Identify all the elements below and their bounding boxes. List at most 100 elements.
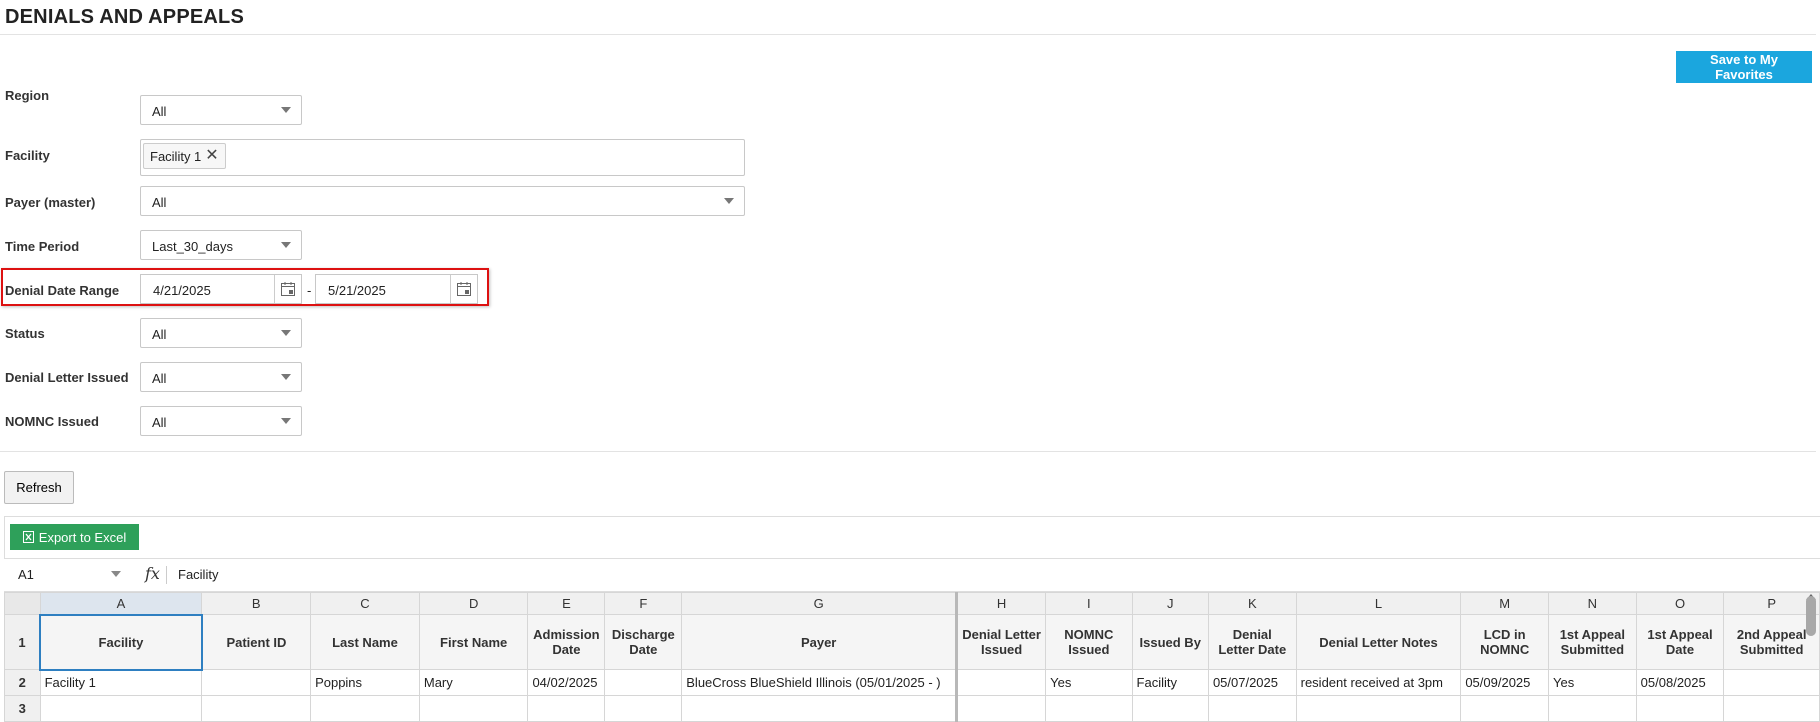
column-letter-n[interactable]: N <box>1548 592 1637 615</box>
table-cell[interactable] <box>527 695 606 722</box>
status-label: Status <box>5 326 45 341</box>
table-cell[interactable]: BlueCross BlueShield Illinois (05/01/202… <box>681 669 959 696</box>
column-header[interactable]: Discharge Date <box>604 614 683 670</box>
row-number[interactable]: 1 <box>4 614 41 670</box>
table-cell[interactable] <box>604 669 683 696</box>
table-cell[interactable]: resident received at 3pm <box>1295 669 1462 696</box>
table-cell[interactable] <box>1635 695 1725 722</box>
select-all-corner[interactable] <box>4 592 41 615</box>
column-letter-k[interactable]: K <box>1207 592 1297 615</box>
title-divider <box>0 34 1816 35</box>
calendar-icon[interactable] <box>274 275 301 303</box>
chevron-down-icon <box>281 418 291 424</box>
column-header[interactable]: LCD in NOMNC <box>1460 614 1550 670</box>
denial-date-to-input[interactable]: 5/21/2025 <box>315 274 478 304</box>
table-cell[interactable]: Yes <box>1045 669 1133 696</box>
table-cell[interactable] <box>1131 695 1209 722</box>
row-number[interactable]: 2 <box>4 669 41 696</box>
table-cell[interactable]: Poppins <box>310 669 420 696</box>
column-header[interactable]: Last Name <box>310 614 420 670</box>
function-icon: fx <box>145 564 160 583</box>
vertical-scrollbar[interactable] <box>1806 596 1816 636</box>
table-cell[interactable] <box>1723 695 1820 722</box>
row-number[interactable]: 3 <box>4 695 41 722</box>
payer-select[interactable]: All <box>140 186 745 216</box>
denial-letter-issued-select[interactable]: All <box>140 362 302 392</box>
column-letter-a[interactable]: A <box>39 592 203 615</box>
column-letter-f[interactable]: F <box>604 592 683 615</box>
table-cell[interactable] <box>1548 695 1637 722</box>
remove-tag-icon[interactable]: ✕ <box>205 148 218 164</box>
table-cell[interactable] <box>1045 695 1133 722</box>
table-cell[interactable] <box>956 669 1047 696</box>
table-cell[interactable] <box>1460 695 1550 722</box>
column-letter-h[interactable]: H <box>956 592 1047 615</box>
column-header[interactable]: NOMNC Issued <box>1045 614 1133 670</box>
table-cell[interactable] <box>956 695 1047 722</box>
table-cell[interactable]: Facility <box>1131 669 1209 696</box>
status-select[interactable]: All <box>140 318 302 348</box>
column-letter-c[interactable]: C <box>310 592 420 615</box>
table-cell[interactable] <box>201 695 312 722</box>
column-header[interactable]: Denial Letter Date <box>1207 614 1297 670</box>
denial-date-from-input[interactable]: 4/21/2025 <box>140 274 302 304</box>
column-header[interactable]: Facility <box>39 613 203 671</box>
chevron-down-icon <box>281 330 291 336</box>
region-label: Region <box>5 88 50 103</box>
table-cell[interactable]: Mary <box>418 669 529 696</box>
time-period-label: Time Period <box>5 239 80 254</box>
column-header[interactable]: Admission Date <box>527 614 606 670</box>
chevron-down-icon <box>281 107 291 113</box>
table-cell[interactable] <box>310 695 420 722</box>
chevron-down-icon <box>281 374 291 380</box>
column-header[interactable]: Denial Letter Issued <box>956 614 1047 670</box>
save-to-favorites-button[interactable]: Save to My Favorites <box>1676 51 1812 83</box>
column-letter-o[interactable]: O <box>1635 592 1725 615</box>
table-cell[interactable] <box>604 695 683 722</box>
column-header[interactable]: Payer <box>681 614 959 670</box>
table-cell[interactable] <box>1723 669 1820 696</box>
column-header[interactable]: First Name <box>418 614 529 670</box>
page-title: DENIALS AND APPEALS <box>5 6 245 28</box>
export-to-excel-button[interactable]: Export to Excel <box>10 524 139 550</box>
table-cell[interactable]: 05/09/2025 <box>1460 669 1550 696</box>
refresh-button[interactable]: Refresh <box>4 471 74 504</box>
table-cell[interactable] <box>39 695 203 722</box>
column-header[interactable]: Patient ID <box>201 614 312 670</box>
chevron-down-icon[interactable] <box>111 571 121 577</box>
formula-bar <box>4 558 1820 592</box>
column-letter-e[interactable]: E <box>527 592 606 615</box>
column-letter-b[interactable]: B <box>201 592 312 615</box>
filters-divider <box>0 451 1816 452</box>
column-letter-i[interactable]: I <box>1045 592 1133 615</box>
region-select[interactable]: All <box>140 95 302 125</box>
nomnc-issued-label: NOMNC Issued <box>5 414 99 429</box>
table-cell[interactable]: Yes <box>1548 669 1637 696</box>
cell-reference-box[interactable]: A1 <box>18 567 34 582</box>
formula-input[interactable]: Facility <box>178 567 218 582</box>
table-cell[interactable]: 05/07/2025 <box>1207 669 1297 696</box>
table-cell[interactable] <box>1207 695 1297 722</box>
table-cell[interactable] <box>201 669 312 696</box>
denial-letter-issued-label: Denial Letter Issued <box>5 370 129 385</box>
time-period-select[interactable]: Last_30_days <box>140 230 302 260</box>
column-letter-m[interactable]: M <box>1460 592 1550 615</box>
date-range-separator: - <box>307 283 312 298</box>
table-cell[interactable] <box>1295 695 1462 722</box>
table-cell[interactable] <box>418 695 529 722</box>
calendar-icon[interactable] <box>450 275 477 303</box>
column-header[interactable]: Issued By <box>1131 614 1209 670</box>
column-header[interactable]: 1st Appeal Date <box>1635 614 1725 670</box>
column-header[interactable]: Denial Letter Notes <box>1295 614 1462 670</box>
column-letter-l[interactable]: L <box>1295 592 1462 615</box>
table-cell[interactable]: 04/02/2025 <box>527 669 606 696</box>
table-cell[interactable] <box>681 695 959 722</box>
nomnc-issued-select[interactable]: All <box>140 406 302 436</box>
column-letter-j[interactable]: J <box>1131 592 1209 615</box>
facility-multiselect[interactable] <box>140 139 745 176</box>
table-cell[interactable]: Facility 1 <box>39 669 203 696</box>
column-letter-g[interactable]: G <box>681 592 959 615</box>
column-header[interactable]: 1st Appeal Submitted <box>1548 614 1637 670</box>
table-cell[interactable]: 05/08/2025 <box>1635 669 1725 696</box>
column-letter-d[interactable]: D <box>418 592 529 615</box>
